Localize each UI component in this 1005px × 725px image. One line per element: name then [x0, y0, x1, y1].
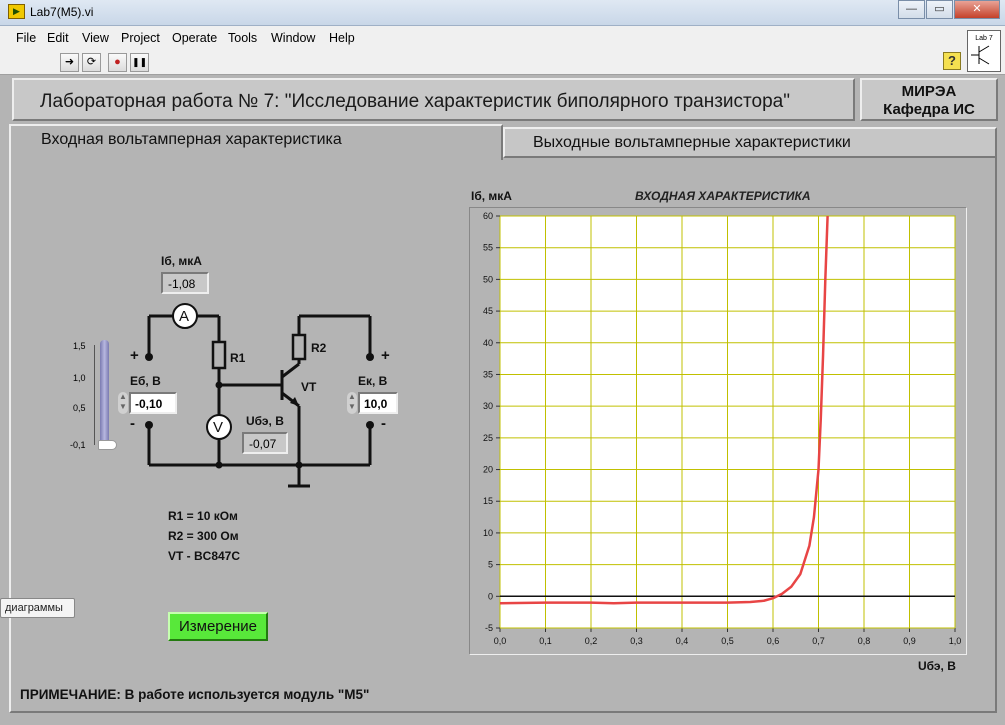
chart-tick-label-y: 50 [483, 274, 493, 284]
chart-tick-label-x: 0,5 [721, 636, 734, 646]
chart-tick-label-x: 0,4 [676, 636, 689, 646]
chart-tick-label-x: 0,9 [903, 636, 916, 646]
chart-tick-label-y: 45 [483, 306, 493, 316]
chart-tick-label-x: 0,6 [767, 636, 780, 646]
chart-tick-label-x: 0,2 [585, 636, 598, 646]
input-characteristic-chart[interactable]: 0,0 0,1 0,2 0,3 0,4 0,5 0,6 0,7 0,8 0,9 1,0 -5 0 5 10 1… [0, 0, 1005, 725]
chart-tick-label-x: 0,8 [858, 636, 871, 646]
chart-tick-label-y: 35 [483, 369, 493, 379]
chart-tick-label-x: 0,0 [494, 636, 507, 646]
chart-tick-label-y: 15 [483, 496, 493, 506]
chart-tick-label-y: 60 [483, 211, 493, 221]
chart-tick-label-y: 5 [488, 560, 493, 570]
chart-tick-label-y: 30 [483, 401, 493, 411]
chart-tick-label-x: 1,0 [949, 636, 962, 646]
chart-tick-label-y: 55 [483, 243, 493, 253]
chart-tick-label-y: -5 [485, 623, 493, 633]
chart-tick-label-y: 40 [483, 338, 493, 348]
chart-tick-label-x: 0,1 [539, 636, 552, 646]
chart-tick-label-x: 0,7 [812, 636, 825, 646]
chart-tick-label-y: 25 [483, 433, 493, 443]
chart-tick-label-x: 0,3 [630, 636, 643, 646]
chart-tick-label-y: 0 [488, 591, 493, 601]
chart-tick-label-y: 20 [483, 465, 493, 475]
chart-tick-label-y: 10 [483, 528, 493, 538]
